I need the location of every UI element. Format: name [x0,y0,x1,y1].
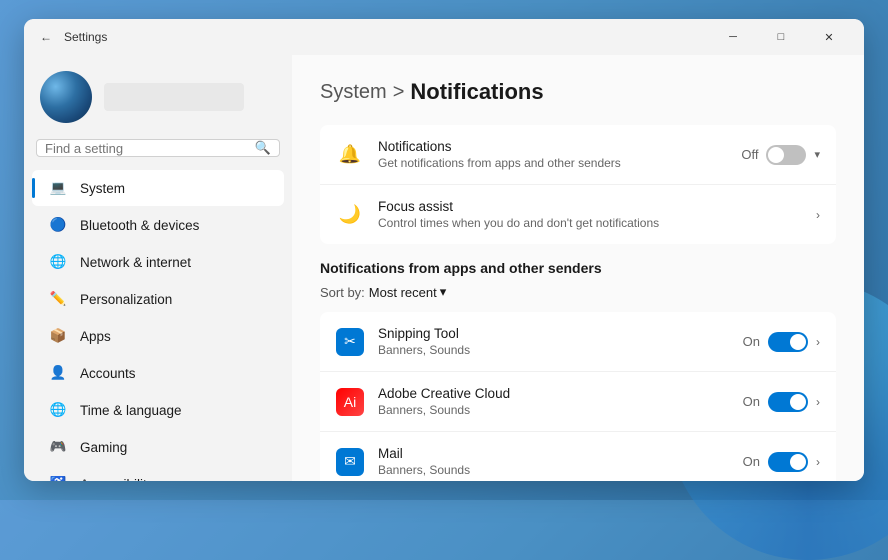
accounts-icon: 👤 [48,363,68,383]
snipping-tool-control: On › [743,332,820,352]
notifications-row[interactable]: 🔔 Notifications Get notifications from a… [320,125,836,185]
sidebar-item-accounts[interactable]: 👤 Accounts [32,355,284,391]
focus-assist-control: › [816,208,820,222]
gaming-icon: 🎮 [48,437,68,457]
snipping-tool-toggle[interactable] [768,332,808,352]
snipping-tool-row[interactable]: ✂ Snipping Tool Banners, Sounds On › [320,312,836,372]
sidebar-item-label-time: Time & language [80,403,182,418]
sidebar-item-label-apps: Apps [80,329,111,344]
adobe-row[interactable]: Ai Adobe Creative Cloud Banners, Sounds … [320,372,836,432]
search-icon: 🔍 [255,140,271,156]
breadcrumb-current: Notifications [410,79,543,105]
mail-icon: ✉ [336,448,364,476]
focus-assist-desc: Control times when you do and don't get … [378,216,802,230]
page-header: System > Notifications [320,79,836,105]
adobe-icon: Ai [336,388,364,416]
sidebar-item-system[interactable]: 💻 System [32,170,284,206]
sort-bar: Sort by: Most recent ▾ [320,284,836,300]
notifications-toggle[interactable] [766,145,806,165]
snipping-tool-icon: ✂ [336,328,364,356]
sidebar-item-label-accessibility: Accessibility [80,477,154,482]
mail-status: On [743,454,760,469]
app-settings-card: ✂ Snipping Tool Banners, Sounds On › [320,312,836,481]
adobe-control: On › [743,392,820,412]
bell-icon: 🔔 [336,141,364,169]
sidebar-item-label-gaming: Gaming [80,440,127,455]
sidebar-item-label-personalization: Personalization [80,292,172,307]
sidebar-item-personalization[interactable]: ✏️ Personalization [32,281,284,317]
chevron-right-icon: › [816,208,820,222]
back-button[interactable]: ← [36,27,56,47]
adobe-toggle[interactable] [768,392,808,412]
snipping-tool-desc: Banners, Sounds [378,343,729,357]
sort-label: Sort by: [320,285,365,300]
content-area: 🔍 💻 System 🔵 Bluetooth & devices 🌐 Network & … [24,55,864,481]
profile-section [24,63,292,139]
sidebar-item-label-bluetooth: Bluetooth & devices [80,218,199,233]
top-settings-card: 🔔 Notifications Get notifications from a… [320,125,836,244]
breadcrumb-separator: > [393,81,405,104]
snipping-chevron-icon: › [816,335,820,349]
window-controls: ─ □ ✕ [710,22,852,52]
adobe-chevron-icon: › [816,395,820,409]
mail-title: Mail [378,446,729,461]
adobe-status: On [743,394,760,409]
adobe-desc: Banners, Sounds [378,403,729,417]
mail-toggle[interactable] [768,452,808,472]
sidebar-item-time[interactable]: 🌐 Time & language [32,392,284,428]
window-title: Settings [64,30,710,44]
sidebar-item-accessibility[interactable]: ♿ Accessibility [32,466,284,481]
apps-icon: 📦 [48,326,68,346]
focus-assist-row[interactable]: 🌙 Focus assist Control times when you do… [320,185,836,244]
avatar[interactable] [40,71,92,123]
accessibility-icon: ♿ [48,474,68,481]
focus-assist-title: Focus assist [378,199,802,214]
close-button[interactable]: ✕ [806,22,852,52]
snipping-tool-status: On [743,334,760,349]
mail-desc: Banners, Sounds [378,463,729,477]
sidebar-item-label-system: System [80,181,125,196]
system-icon: 💻 [48,178,68,198]
nav-list: 💻 System 🔵 Bluetooth & devices 🌐 Network & in… [24,169,292,481]
snipping-tool-title: Snipping Tool [378,326,729,341]
mail-control: On › [743,452,820,472]
search-input[interactable] [45,141,255,156]
sort-chevron-icon: ▾ [440,284,447,300]
sidebar: 🔍 💻 System 🔵 Bluetooth & devices 🌐 Network & … [24,55,292,481]
maximize-button[interactable]: □ [758,22,804,52]
user-name-box [104,83,244,111]
sidebar-item-network[interactable]: 🌐 Network & internet [32,244,284,280]
adobe-title: Adobe Creative Cloud [378,386,729,401]
sidebar-item-label-network: Network & internet [80,255,191,270]
chevron-down-icon: ▾ [814,148,820,161]
personalization-icon: ✏️ [48,289,68,309]
notifications-control: Off ▾ [741,145,820,165]
search-box[interactable]: 🔍 [36,139,280,157]
mail-row[interactable]: ✉ Mail Banners, Sounds On › [320,432,836,481]
apps-section-title: Notifications from apps and other sender… [320,260,836,276]
sort-dropdown[interactable]: Most recent ▾ [369,284,446,300]
mail-chevron-icon: › [816,455,820,469]
time-icon: 🌐 [48,400,68,420]
minimize-button[interactable]: ─ [710,22,756,52]
notifications-status: Off [741,147,758,162]
settings-window: ← Settings ─ □ ✕ [24,19,864,481]
sidebar-item-apps[interactable]: 📦 Apps [32,318,284,354]
title-bar: ← Settings ─ □ ✕ [24,19,864,55]
sidebar-item-gaming[interactable]: 🎮 Gaming [32,429,284,465]
moon-icon: 🌙 [336,201,364,229]
main-content: System > Notifications 🔔 Notifications G… [292,55,864,481]
notifications-desc: Get notifications from apps and other se… [378,156,727,170]
bluetooth-icon: 🔵 [48,215,68,235]
notifications-title: Notifications [378,139,727,154]
network-icon: 🌐 [48,252,68,272]
breadcrumb-parent: System [320,81,387,104]
sidebar-item-bluetooth[interactable]: 🔵 Bluetooth & devices [32,207,284,243]
sidebar-item-label-accounts: Accounts [80,366,136,381]
